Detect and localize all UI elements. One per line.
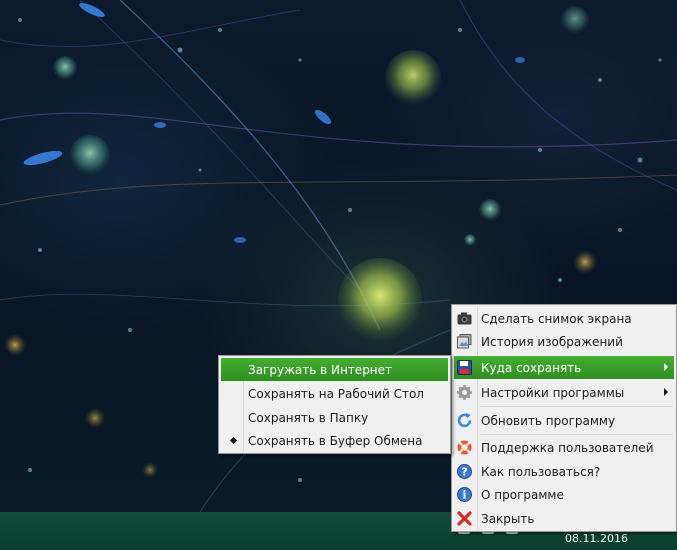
info-icon: i bbox=[456, 486, 473, 503]
submenu-item-save-desktop[interactable]: Сохранять на Рабочий Стол bbox=[221, 382, 448, 405]
menu-item-how-to-use[interactable]: ? Как пользоваться? bbox=[454, 460, 674, 483]
menu-separator bbox=[480, 434, 673, 435]
image-history-icon bbox=[456, 333, 473, 350]
menu-item-close[interactable]: Закрыть bbox=[454, 507, 674, 530]
menu-item-save-location[interactable]: Куда сохранять bbox=[454, 356, 674, 379]
menu-item-about[interactable]: i О программе bbox=[454, 483, 674, 506]
menu-item-take-screenshot[interactable]: Сделать снимок экрана bbox=[454, 307, 674, 330]
help-icon: ? bbox=[456, 463, 473, 480]
date-display[interactable]: 08.11.2016 bbox=[565, 532, 628, 545]
refresh-icon bbox=[456, 412, 473, 429]
menu-item-label: Поддержка пользователей bbox=[481, 440, 654, 455]
menu-item-label: Куда сохранять bbox=[481, 360, 582, 375]
submenu-arrow-icon bbox=[664, 363, 668, 371]
lifebuoy-icon bbox=[456, 439, 473, 456]
save-location-submenu: Загружать в Интернет Сохранять на Рабочи… bbox=[218, 355, 451, 454]
svg-text:i: i bbox=[462, 489, 466, 502]
menu-item-label: Настройки программы bbox=[481, 385, 625, 400]
submenu-arrow-icon bbox=[664, 388, 668, 396]
menu-item-label: Закрыть bbox=[481, 511, 535, 526]
menu-item-image-history[interactable]: История изображений bbox=[454, 330, 674, 353]
menu-separator bbox=[480, 406, 673, 407]
submenu-item-save-clipboard[interactable]: Сохранять в Буфер Обмена bbox=[221, 429, 448, 452]
menu-item-label: Сохранять в Папку bbox=[248, 410, 369, 425]
menu-item-label: Сделать снимок экрана bbox=[481, 311, 632, 326]
menu-item-settings[interactable]: Настройки программы bbox=[454, 381, 674, 404]
floppy-disk-icon bbox=[456, 359, 473, 376]
menu-item-label: Загружать в Интернет bbox=[248, 362, 393, 377]
menu-item-label: Сохранять в Буфер Обмена bbox=[248, 433, 423, 448]
gear-icon bbox=[456, 384, 473, 401]
menu-item-label: Сохранять на Рабочий Стол bbox=[248, 386, 424, 401]
menu-item-label: Обновить программу bbox=[481, 413, 616, 428]
menu-item-label: История изображений bbox=[481, 334, 623, 349]
menu-item-label: О программе bbox=[481, 487, 564, 502]
menu-item-user-support[interactable]: Поддержка пользователей bbox=[454, 436, 674, 459]
menu-item-label: Как пользоваться? bbox=[481, 464, 601, 479]
submenu-item-save-folder[interactable]: Сохранять в Папку bbox=[221, 406, 448, 429]
camera-icon bbox=[456, 310, 473, 327]
menu-item-update[interactable]: Обновить программу bbox=[454, 409, 674, 432]
svg-text:?: ? bbox=[461, 466, 467, 479]
tray-context-menu: Сделать снимок экрана История изображени… bbox=[451, 304, 677, 532]
close-icon bbox=[456, 510, 473, 527]
submenu-item-upload-internet[interactable]: Загружать в Интернет bbox=[221, 358, 448, 381]
radio-bullet-icon bbox=[229, 436, 238, 445]
